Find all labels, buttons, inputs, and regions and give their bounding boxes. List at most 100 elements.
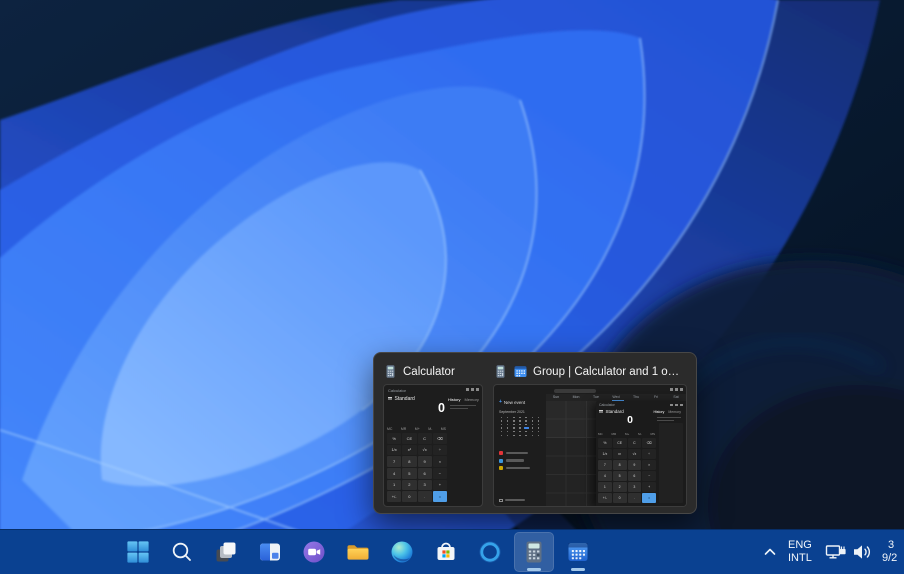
clock[interactable]: 3 9/2: [882, 530, 904, 574]
calendar-color-swatch: [499, 458, 503, 463]
memory-key-MR: MR: [400, 427, 407, 431]
day-header-fri: Fri: [653, 395, 659, 399]
calculator-thumbnail[interactable]: Calculator Standard History Memory 0 MC M…: [383, 384, 483, 507]
key-1/x: 1/x: [387, 444, 402, 456]
calendar-name-bar: [505, 466, 530, 470]
calculator-icon: [386, 365, 395, 378]
key-8: 8: [402, 456, 417, 467]
taskbar-button-widgets[interactable]: [250, 532, 290, 572]
key-CE: CE: [612, 438, 627, 448]
taskbar-button-microsoft-edge[interactable]: [382, 532, 422, 572]
mini-month-day: [517, 430, 522, 433]
mini-month-day: [499, 430, 504, 433]
mini-month-day: [536, 430, 541, 433]
taskbar-button-cortana[interactable]: [470, 532, 510, 572]
memory-key-M+: M+: [625, 432, 630, 436]
day-header-sun: Sun: [552, 395, 560, 399]
desktop: Calculator Calculator Standard History M…: [0, 0, 904, 574]
memory-tab: Memory: [464, 397, 479, 402]
show-hidden-icons-button[interactable]: [758, 530, 782, 574]
mini-month-day: [524, 420, 529, 423]
calculator-icon: [496, 365, 505, 378]
calc-display: 0: [438, 401, 445, 415]
taskbar-button-calculator[interactable]: [514, 532, 554, 572]
key-×: ×: [432, 456, 447, 467]
key-=: =: [642, 493, 656, 503]
taskbar-preview-flyout: Calculator Calculator Standard History M…: [373, 352, 697, 514]
memory-key-M-: M-: [638, 432, 642, 436]
group-thumbnail[interactable]: September 2021 SunMonTueWedThuFriSat + N…: [493, 384, 687, 507]
add-calendars-bar: [505, 499, 525, 502]
history-tab: History: [448, 397, 461, 402]
mini-month-day: [511, 423, 516, 426]
calendar-search-box: [554, 388, 596, 393]
volume-button[interactable]: [850, 530, 874, 574]
key-1: 1: [598, 482, 612, 492]
mini-month-day: [530, 420, 535, 423]
memory-row: MC MR M+ M- MS: [598, 432, 655, 436]
key-.: .: [627, 493, 642, 503]
key-−: −: [432, 468, 447, 479]
window-controls: [670, 388, 683, 391]
history-empty-hint: [657, 417, 681, 422]
mini-month-day: [499, 416, 504, 419]
key-%: %: [598, 438, 612, 448]
preview-card-group[interactable]: Group | Calculator and 1 o… September 20…: [493, 359, 687, 507]
mini-month-calendar: September 2021: [499, 410, 541, 437]
key-.: .: [417, 491, 432, 502]
taskbar-button-search[interactable]: [162, 532, 202, 572]
preview-title: Group | Calculator and 1 o…: [533, 365, 680, 378]
speaker-icon: [854, 545, 870, 559]
new-event-button: + New event: [499, 399, 526, 405]
open-indicator: [527, 568, 541, 571]
mini-month-grid: [499, 416, 541, 437]
network-button[interactable]: [824, 530, 848, 574]
calendar-name-bar: [505, 459, 524, 462]
key-1: 1: [387, 479, 402, 491]
calendar-color-swatch: [499, 451, 503, 455]
key-1/x: 1/x: [598, 449, 612, 459]
key-⌫: ⌫: [432, 433, 447, 444]
taskbar-button-task-view[interactable]: [206, 532, 246, 572]
widgets-icon: [260, 543, 280, 561]
key-0: 0: [612, 493, 627, 503]
mini-month-day: [517, 416, 522, 419]
time-text: 3: [888, 539, 895, 551]
key-6: 6: [417, 468, 432, 479]
mini-month-day: [499, 423, 504, 426]
mini-month-day: [505, 420, 510, 423]
memory-key-MS: MS: [440, 427, 446, 431]
window-controls: [670, 403, 683, 407]
preview-card-calculator[interactable]: Calculator Calculator Standard History M…: [383, 359, 483, 507]
key-+: +: [432, 479, 447, 491]
mini-month-day: [499, 420, 504, 423]
mini-month-day: [536, 416, 541, 419]
mini-month-day: [505, 427, 510, 430]
mini-month-day: [511, 430, 516, 433]
mini-month-day: [524, 416, 529, 419]
taskbar-button-microsoft-store[interactable]: [426, 532, 466, 572]
key-4: 4: [598, 471, 612, 481]
calendar-list-item: [499, 466, 530, 470]
taskbar-button-start[interactable]: [118, 532, 158, 572]
key-2: 2: [612, 482, 627, 492]
microsoft-edge-icon: [391, 541, 413, 563]
mini-month-day: [511, 416, 516, 419]
language-indicator[interactable]: ENG INTL: [788, 530, 824, 574]
calendar-sidebar: + New event September 2021: [494, 394, 546, 506]
memory-key-MR: MR: [611, 432, 617, 436]
taskbar-button-calendar[interactable]: [558, 532, 598, 572]
day-header-tue: Tue: [593, 395, 599, 399]
calc-display: 0: [627, 414, 633, 426]
key-=: =: [432, 491, 447, 502]
mini-month-day: [524, 434, 529, 437]
taskbar-button-file-explorer[interactable]: [338, 532, 378, 572]
mini-month-day: [530, 430, 535, 433]
taskbar-button-chat[interactable]: [294, 532, 334, 572]
memory-key-MC: MC: [387, 427, 393, 431]
mini-month-day: [505, 416, 510, 419]
mini-month-day: [530, 434, 535, 437]
mini-month-day: [530, 416, 535, 419]
taskbar: ENG INTL 3 9/2: [0, 529, 904, 574]
key-7: 7: [387, 456, 402, 467]
